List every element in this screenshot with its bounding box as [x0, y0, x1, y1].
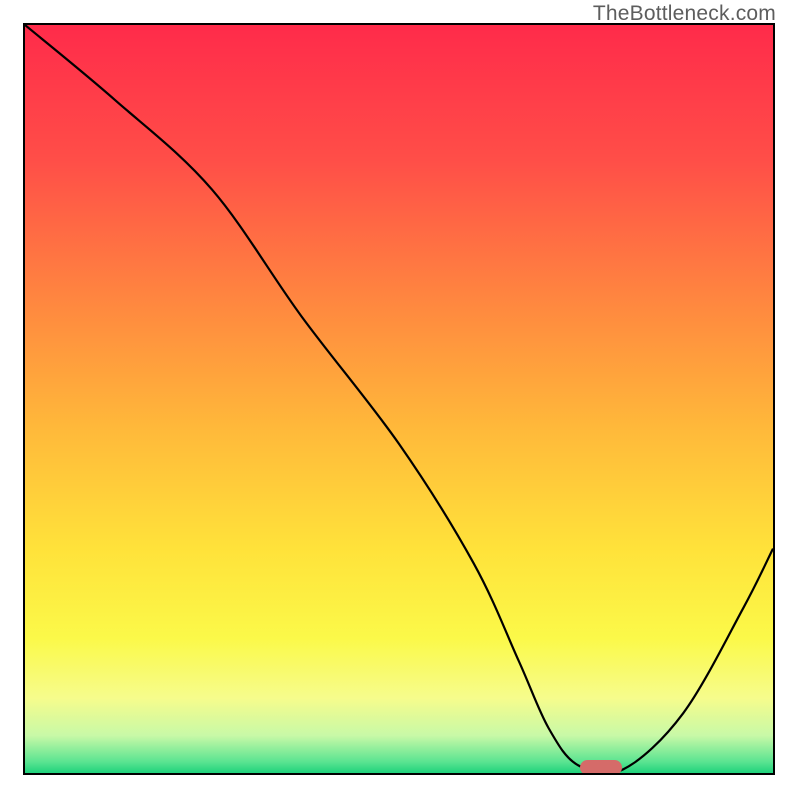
chart-frame [23, 23, 775, 775]
bottleneck-curve-path [25, 25, 773, 773]
optimal-marker [580, 760, 622, 775]
curve-svg [25, 25, 773, 773]
